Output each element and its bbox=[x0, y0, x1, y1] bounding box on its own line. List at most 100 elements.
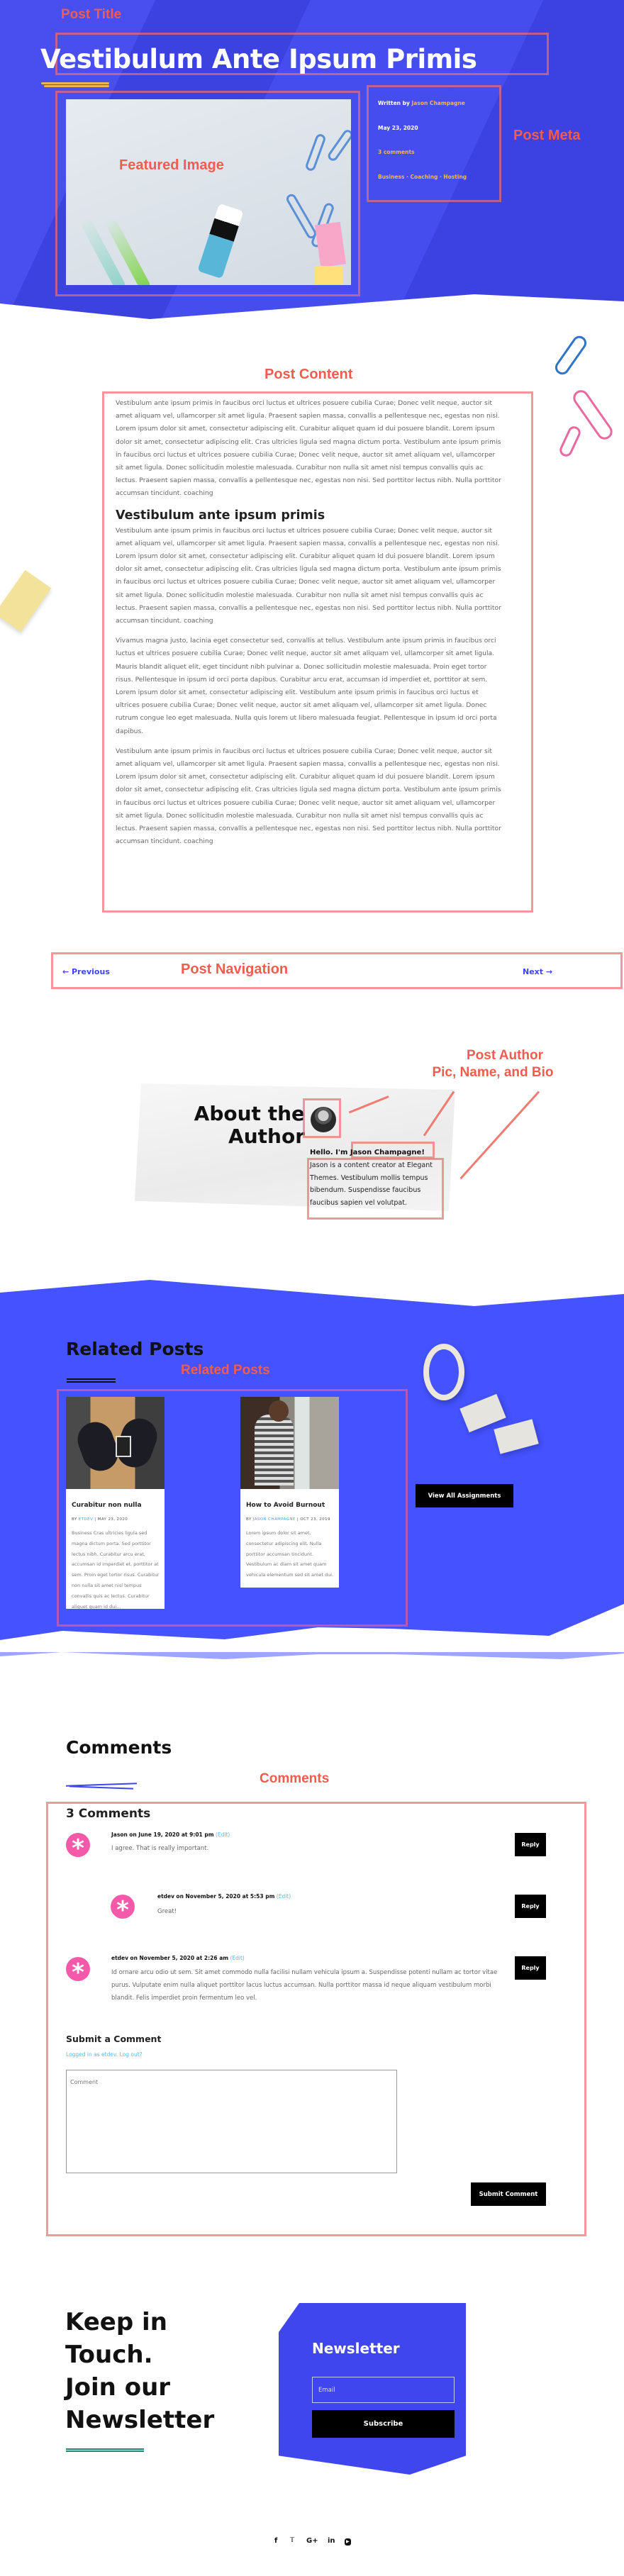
annotation-related-posts: Related Posts bbox=[181, 1363, 270, 1378]
comment-text: Id ornare arcu odio ut sem. Sit amet com… bbox=[111, 1969, 498, 2002]
related-post-author-link[interactable]: ETDEV bbox=[79, 1517, 93, 1522]
headline-underline bbox=[66, 2448, 144, 2450]
comment-date-link[interactable]: on June 19, 2020 at 9:01 pm bbox=[129, 1831, 213, 1838]
logged-in-link[interactable]: Logged in as etdev. Log out? bbox=[66, 2051, 143, 2058]
previous-post-link[interactable]: ← Previous bbox=[62, 967, 110, 976]
paperclip-icon bbox=[304, 133, 327, 172]
comment-date-link[interactable]: on November 5, 2020 at 5:53 pm bbox=[176, 1893, 274, 1900]
content-paragraph: Vestibulum ante ipsum primis in faucibus… bbox=[116, 747, 501, 846]
content-heading: Vestibulum ante ipsum primis bbox=[116, 508, 325, 523]
category-link-coaching[interactable]: Coaching bbox=[411, 174, 438, 180]
title-underline bbox=[67, 1378, 116, 1380]
related-post-meta: BY ETDEV | MAY 23, 2020 bbox=[72, 1517, 128, 1522]
post-meta-date: May 23, 2020 bbox=[378, 125, 418, 131]
facebook-icon[interactable]: f bbox=[274, 2537, 277, 2545]
linkedin-icon[interactable]: in bbox=[328, 2537, 335, 2545]
comment-text: I agree. That is really important. bbox=[111, 1845, 209, 1852]
category-link-business[interactable]: Business bbox=[378, 174, 404, 180]
post-title: Vestibulum Ante Ipsum Primis bbox=[40, 44, 477, 74]
email-input[interactable] bbox=[312, 2377, 455, 2403]
related-post-card[interactable]: Curabitur non nulla BY ETDEV | MAY 23, 2… bbox=[66, 1397, 165, 1610]
subscribe-button[interactable]: Subscribe bbox=[312, 2410, 455, 2438]
content-paragraph: Vestibulum ante ipsum primis in faucibus… bbox=[116, 526, 501, 625]
tape-roll-icon bbox=[423, 1344, 464, 1400]
title-underline bbox=[44, 85, 109, 87]
submit-comment-title: Submit a Comment bbox=[66, 2034, 162, 2044]
next-post-link[interactable]: Next → bbox=[523, 967, 552, 976]
paperclip-icon bbox=[284, 192, 318, 240]
google-plus-icon[interactable]: G+ bbox=[306, 2537, 318, 2545]
comment-header: etdev on November 5, 2020 at 2:26 am (Ed… bbox=[111, 1955, 245, 1961]
post-meta-comments: 3 comments bbox=[378, 149, 415, 155]
related-post-author-link[interactable]: JASON CHAMPAGNE bbox=[253, 1517, 296, 1522]
newsletter-headline: Keep in Touch. Join our Newsletter bbox=[65, 2308, 215, 2434]
related-post-title[interactable]: How to Avoid Burnout bbox=[246, 1502, 325, 1509]
binder-clip-icon bbox=[0, 569, 52, 632]
view-all-assignments-button[interactable]: View All Assignments bbox=[416, 1484, 513, 1507]
related-post-title[interactable]: Curabitur non nulla bbox=[72, 1502, 142, 1509]
content-paragraph: Vestibulum ante ipsum primis in faucibus… bbox=[116, 399, 501, 498]
comment-author: etdev bbox=[157, 1893, 175, 1900]
category-link-hosting[interactable]: Hosting bbox=[443, 174, 467, 180]
comment-author: etdev bbox=[111, 1955, 129, 1961]
post-content: Vestibulum ante ipsum primis in faucibus… bbox=[116, 397, 504, 856]
reply-button[interactable]: Reply bbox=[515, 1895, 546, 1918]
comments-count: 3 Comments bbox=[66, 1807, 151, 1821]
annotation-post-navigation: Post Navigation bbox=[181, 961, 289, 977]
related-posts-title: Related Posts bbox=[66, 1339, 204, 1359]
comment-date-link[interactable]: on November 5, 2020 at 2:26 am bbox=[130, 1955, 228, 1961]
related-post-image[interactable] bbox=[66, 1397, 165, 1489]
content-paragraph: Vivamus magna justo, lacinia eget consec… bbox=[116, 637, 497, 735]
comment-text: Great! bbox=[157, 1908, 177, 1915]
annotation-post-content: Post Content bbox=[264, 367, 353, 382]
author-name: Jason Champagne bbox=[350, 1149, 422, 1156]
comment-header: Jason on June 19, 2020 at 9:01 pm (Edit) bbox=[111, 1831, 230, 1838]
annotation-comments: Comments bbox=[260, 1771, 330, 1786]
title-underline bbox=[41, 82, 109, 84]
annotation-featured-image: Featured Image bbox=[119, 157, 224, 173]
comment-edit-link[interactable]: (Edit) bbox=[216, 1831, 230, 1838]
reply-button[interactable]: Reply bbox=[515, 1833, 546, 1856]
annotation-post-author-sub: Pic, Name, and Bio bbox=[432, 1065, 554, 1080]
commenter-avatar: * bbox=[111, 1895, 135, 1924]
comment-header: etdev on November 5, 2020 at 5:53 pm (Ed… bbox=[157, 1893, 291, 1900]
commenter-avatar: * bbox=[66, 1957, 90, 1987]
headline-underline bbox=[66, 2450, 144, 2452]
annotation-post-title: Post Title bbox=[61, 7, 122, 22]
related-post-image[interactable] bbox=[240, 1397, 339, 1489]
sticky-note bbox=[314, 266, 342, 285]
comment-author: Jason bbox=[111, 1831, 128, 1838]
paperclip-icon bbox=[325, 128, 351, 163]
submit-comment-button[interactable]: Submit Comment bbox=[471, 2182, 546, 2206]
comments-title: Comments bbox=[66, 1737, 172, 1758]
related-post-meta: BY JASON CHAMPAGNE | OCT 23, 2019 bbox=[246, 1517, 330, 1522]
twitter-icon[interactable]: 𝕋 bbox=[290, 2537, 294, 2544]
reply-button[interactable]: Reply bbox=[515, 1956, 546, 1980]
comment-textarea[interactable] bbox=[66, 2070, 397, 2173]
tube-icon bbox=[197, 203, 244, 279]
related-post-excerpt: Lorem ipsum dolor sit amet, consectetur … bbox=[246, 1530, 334, 1578]
youtube-icon[interactable]: ▶ bbox=[345, 2538, 351, 2546]
commenter-avatar: * bbox=[66, 1833, 90, 1863]
related-post-excerpt: Business Cras ultricies ligula sed magna… bbox=[72, 1530, 160, 1610]
title-underline bbox=[67, 1381, 116, 1383]
comment-edit-link[interactable]: (Edit) bbox=[230, 1955, 244, 1961]
annotation-post-author: Post Author bbox=[466, 1048, 543, 1063]
annotation-post-meta: Post Meta bbox=[513, 128, 581, 143]
comment-edit-link[interactable]: (Edit) bbox=[277, 1893, 291, 1900]
paperclip-icon bbox=[557, 424, 583, 459]
sticky-note bbox=[314, 221, 347, 268]
author-hello: Hello. I'm Jason Champagne! bbox=[310, 1149, 425, 1156]
related-post-card[interactable]: How to Avoid Burnout BY JASON CHAMPAGNE … bbox=[240, 1397, 339, 1588]
featured-image bbox=[66, 99, 351, 285]
title-underline bbox=[69, 1785, 134, 1790]
about-author-title: About the Author bbox=[194, 1102, 305, 1148]
post-meta-categories: Business · Coaching · Hosting bbox=[378, 174, 467, 180]
newsletter-title: Newsletter bbox=[312, 2340, 400, 2357]
post-meta-author: Written by Jason Champagne bbox=[378, 100, 465, 106]
author-bio: Jason is a content creator at Elegant Th… bbox=[310, 1161, 433, 1207]
paperclip-icon bbox=[552, 333, 589, 378]
comments-link[interactable]: 3 comments bbox=[378, 149, 415, 155]
author-link[interactable]: Jason Champagne bbox=[412, 100, 465, 106]
section-divider bbox=[0, 1652, 624, 1659]
